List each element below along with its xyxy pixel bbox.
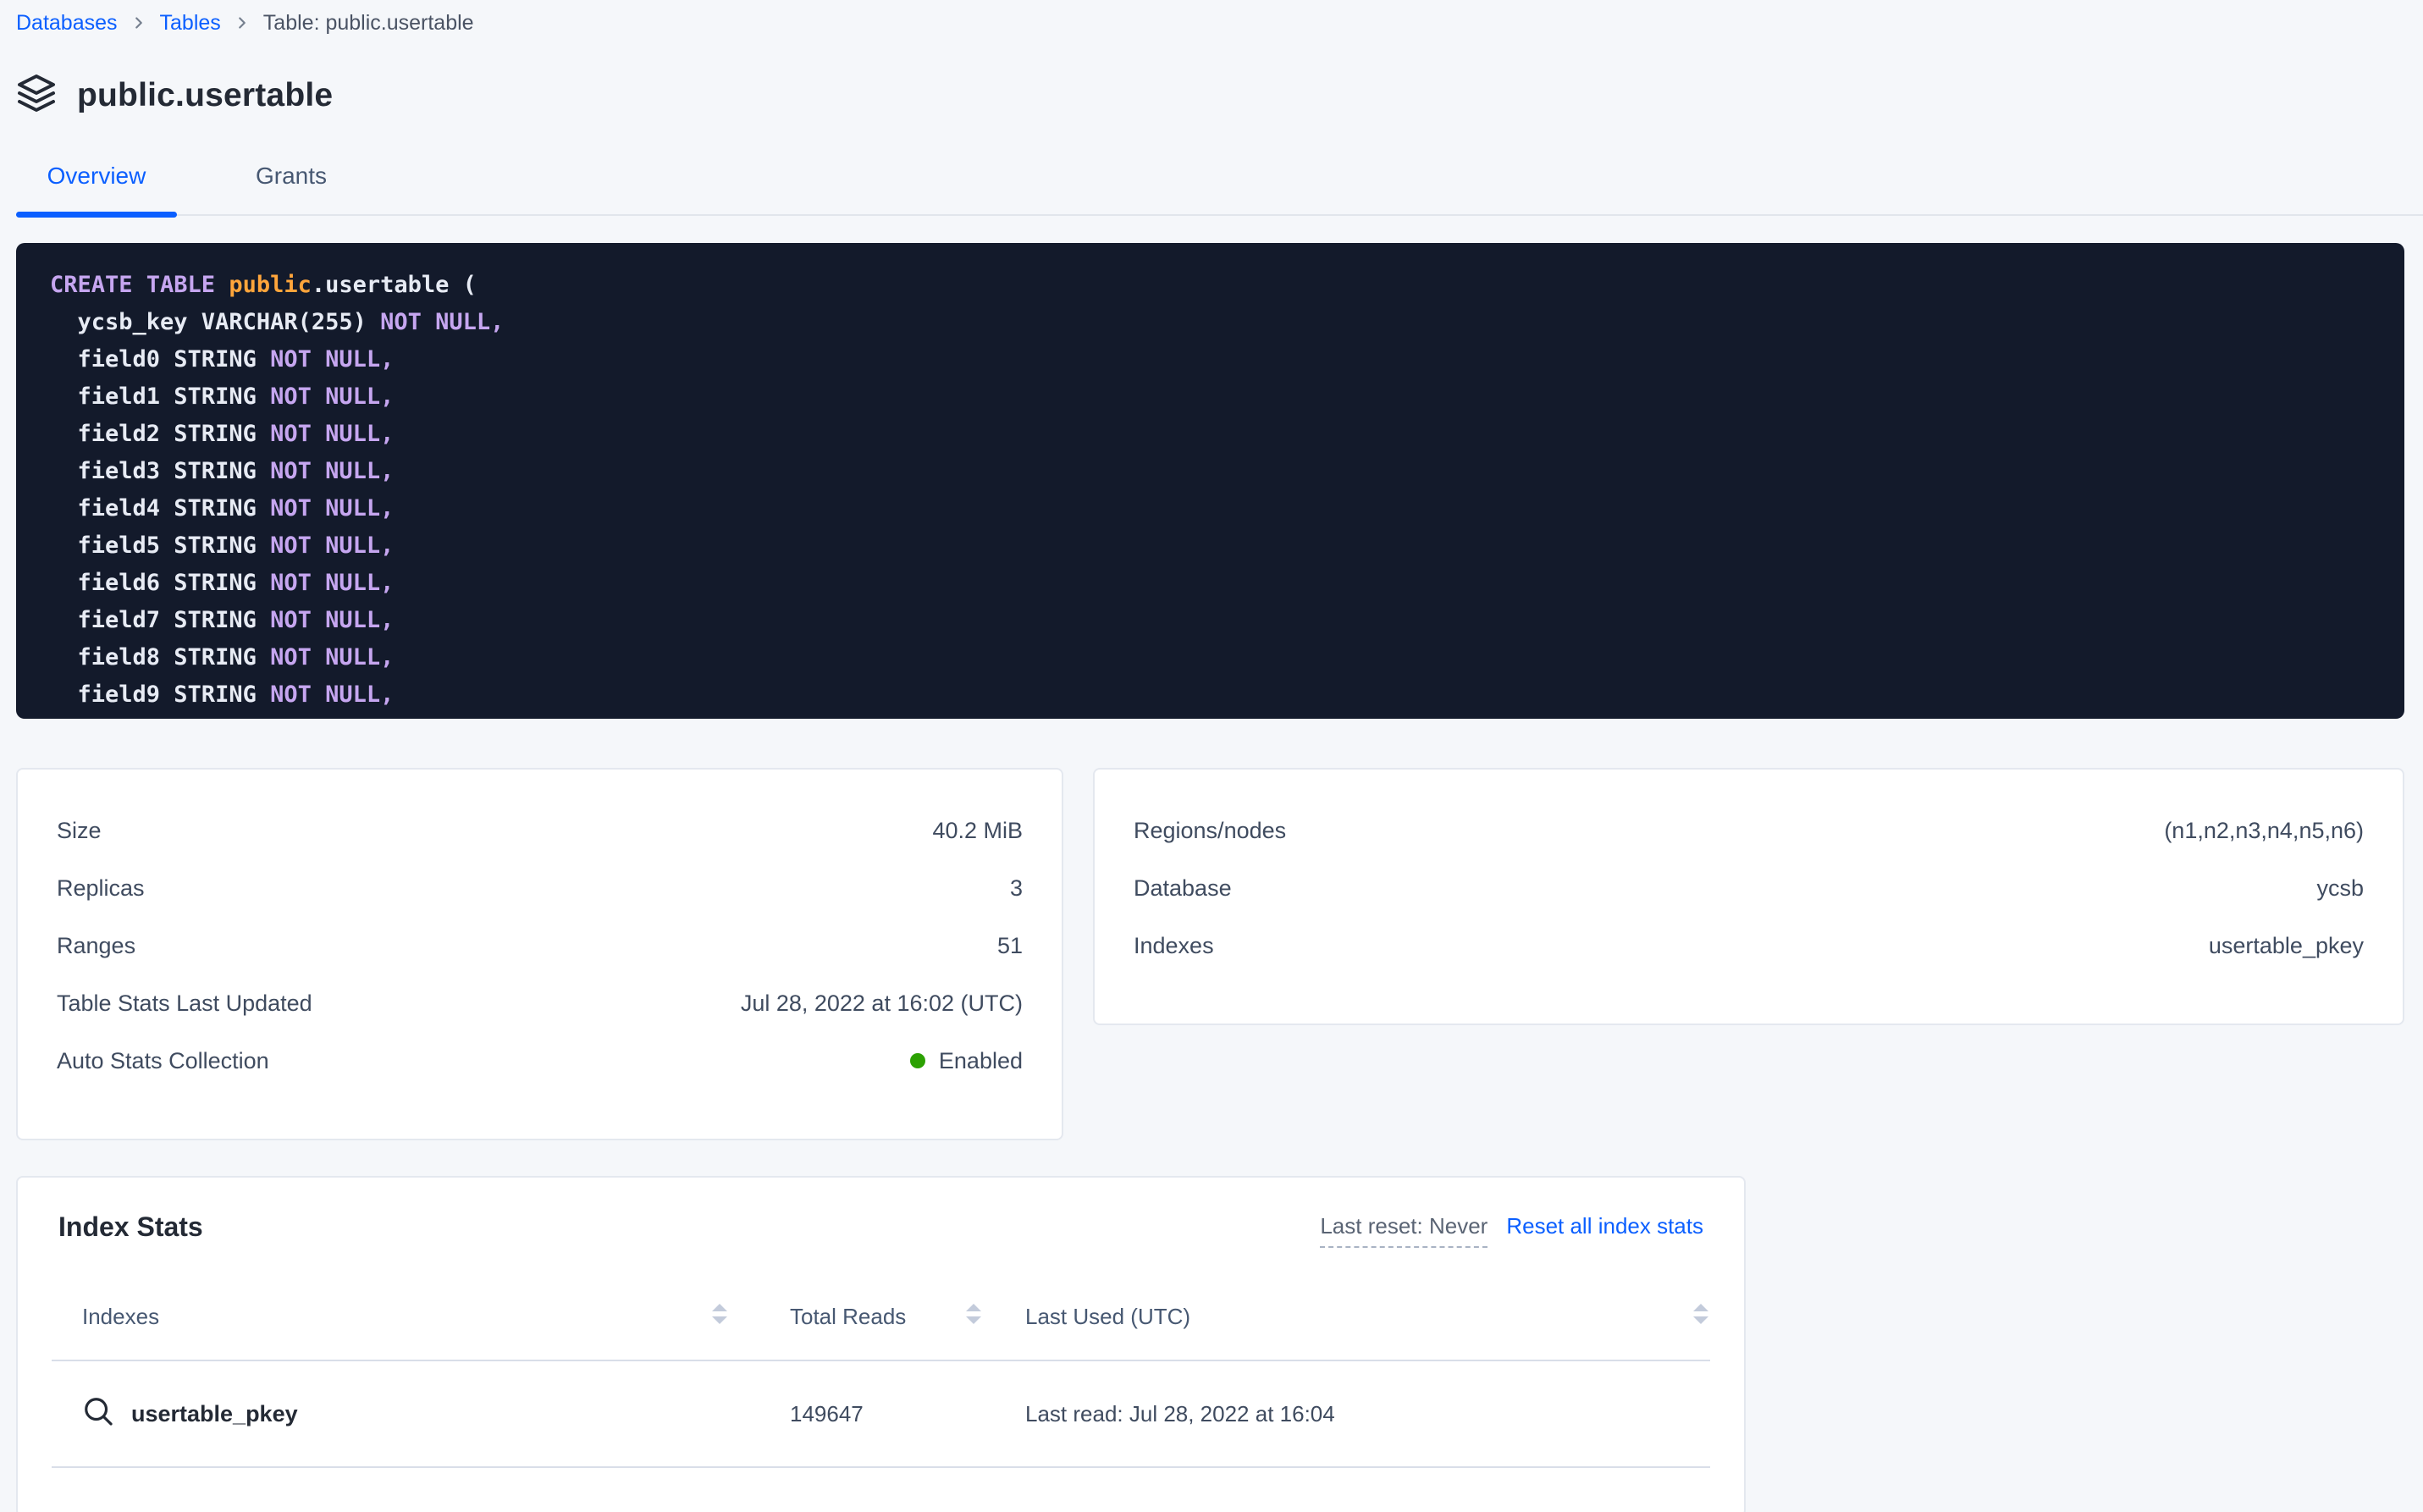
stat-row-ranges: Ranges 51 (57, 917, 1023, 974)
stat-value: 40.2 MiB (932, 818, 1023, 844)
sql-line: field5 STRING NOT NULL, (50, 527, 2404, 565)
sql-line: field7 STRING NOT NULL, (50, 602, 2404, 639)
stat-value: 3 (1010, 875, 1023, 902)
stat-label: Regions/nodes (1134, 818, 1286, 844)
last-reset-label[interactable]: Last reset: Never (1320, 1213, 1487, 1248)
sql-line: field4 STRING NOT NULL, (50, 490, 2404, 527)
column-header-indexes[interactable]: Indexes (52, 1302, 729, 1332)
chevron-right-icon (130, 14, 148, 32)
sql-line: field3 STRING NOT NULL, (50, 453, 2404, 490)
breadcrumb-current: Table: public.usertable (263, 10, 474, 36)
column-label: Indexes (82, 1304, 159, 1330)
sql-line: field8 STRING NOT NULL, (50, 639, 2404, 676)
stat-value: Jul 28, 2022 at 16:02 (UTC) (741, 991, 1023, 1017)
sql-line: field6 STRING NOT NULL, (50, 565, 2404, 602)
table-details-page: Databases Tables Table: public.usertable… (0, 0, 2423, 1512)
tab-grants[interactable]: Grants (211, 162, 372, 214)
stat-value: usertable_pkey (2209, 933, 2364, 959)
stat-row-stats-updated: Table Stats Last Updated Jul 28, 2022 at… (57, 974, 1023, 1032)
page-title: public.usertable (77, 77, 333, 114)
sql-line: ycsb_key VARCHAR(255) NOT NULL, (50, 304, 2404, 341)
search-icon (82, 1395, 114, 1433)
column-header-last-used[interactable]: Last Used (UTC) (983, 1302, 1710, 1332)
stat-label: Table Stats Last Updated (57, 991, 312, 1017)
index-name-cell[interactable]: usertable_pkey (52, 1395, 729, 1433)
stat-label: Ranges (57, 933, 135, 959)
tab-overview[interactable]: Overview (16, 162, 177, 214)
index-stats-title: Index Stats (58, 1211, 203, 1243)
table-row: usertable_pkey 149647 Last read: Jul 28,… (52, 1361, 1710, 1468)
total-reads-cell: 149647 (729, 1401, 983, 1427)
sql-line: field9 STRING NOT NULL, (50, 676, 2404, 714)
index-stats-card: Index Stats Last reset: Never Reset all … (16, 1176, 1746, 1512)
status-dot-green (910, 1053, 925, 1068)
sort-icon[interactable] (710, 1302, 729, 1332)
column-label: Total Reads (790, 1304, 906, 1330)
index-stats-table: Indexes Total Reads Last Used (UTC) (52, 1273, 1710, 1468)
table-stats-card: Size 40.2 MiB Replicas 3 Ranges 51 Table… (16, 768, 1063, 1140)
breadcrumb-link-tables[interactable]: Tables (160, 10, 221, 36)
stat-value: 51 (997, 933, 1023, 959)
stat-value: Enabled (910, 1048, 1023, 1074)
sql-line: field1 STRING NOT NULL, (50, 378, 2404, 416)
column-label: Last Used (UTC) (1025, 1304, 1190, 1330)
stat-row-auto-stats: Auto Stats Collection Enabled (57, 1032, 1023, 1090)
create-statement-box: CREATE TABLE public.usertable ( ycsb_key… (16, 243, 2404, 719)
stat-label: Indexes (1134, 933, 1214, 959)
stat-value: ycsb (2316, 875, 2364, 902)
table-meta-card: Regions/nodes (n1,n2,n3,n4,n5,n6) Databa… (1093, 768, 2404, 1025)
sql-code: CREATE TABLE public.usertable ( ycsb_key… (50, 267, 2404, 714)
stat-label: Auto Stats Collection (57, 1048, 269, 1074)
layers-icon (16, 73, 57, 118)
index-stats-header: Index Stats Last reset: Never Reset all … (52, 1211, 1710, 1248)
sort-icon[interactable] (1692, 1302, 1710, 1332)
index-stats-actions: Last reset: Never Reset all index stats (1320, 1213, 1703, 1248)
stat-row-replicas: Replicas 3 (57, 859, 1023, 917)
stat-row-size: Size 40.2 MiB (57, 802, 1023, 859)
stat-row-indexes: Indexes usertable_pkey (1134, 917, 2364, 974)
stat-label: Database (1134, 875, 1232, 902)
sql-line: CREATE TABLE public.usertable ( (50, 267, 2404, 304)
reset-all-index-stats-link[interactable]: Reset all index stats (1506, 1213, 1703, 1239)
sql-line: field0 STRING NOT NULL, (50, 341, 2404, 378)
page-header: public.usertable (16, 73, 2404, 118)
last-used-cell: Last read: Jul 28, 2022 at 16:04 (983, 1401, 1710, 1427)
sort-icon[interactable] (964, 1302, 983, 1332)
column-header-total-reads[interactable]: Total Reads (729, 1302, 983, 1332)
breadcrumb-link-databases[interactable]: Databases (16, 10, 118, 36)
index-name: usertable_pkey (131, 1401, 298, 1427)
status-text: Enabled (939, 1048, 1023, 1074)
chevron-right-icon (233, 14, 251, 32)
sql-line: field2 STRING NOT NULL, (50, 416, 2404, 453)
stat-value: (n1,n2,n3,n4,n5,n6) (2164, 818, 2364, 844)
index-stats-table-header: Indexes Total Reads Last Used (UTC) (52, 1273, 1710, 1361)
stat-label: Size (57, 818, 102, 844)
stat-label: Replicas (57, 875, 145, 902)
breadcrumb: Databases Tables Table: public.usertable (16, 10, 2404, 36)
tab-bar: Overview Grants (16, 162, 2423, 216)
stat-row-regions: Regions/nodes (n1,n2,n3,n4,n5,n6) (1134, 802, 2364, 859)
stat-row-database: Database ycsb (1134, 859, 2364, 917)
details-cards-row: Size 40.2 MiB Replicas 3 Ranges 51 Table… (16, 768, 2404, 1140)
